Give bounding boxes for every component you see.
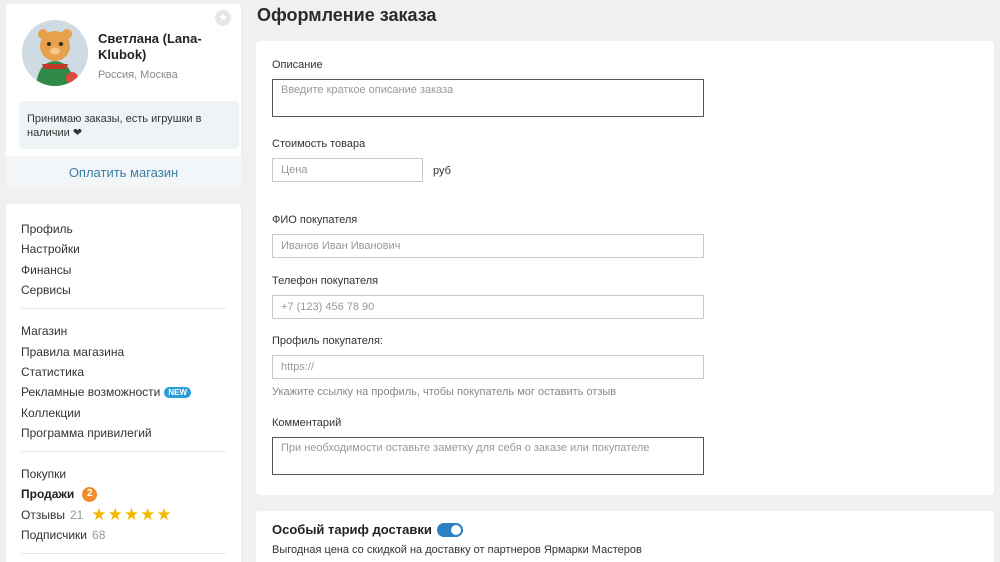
sidebar-item-subscribers-label: Подписчики	[21, 528, 88, 542]
buyer-name-input[interactable]: Иванов Иван Иванович	[272, 234, 704, 258]
sidebar-item-ads-label: Рекламные возможности	[21, 385, 161, 400]
buyer-profile-label: Профиль покупателя:	[272, 335, 383, 347]
sidebar-item-finance[interactable]: Финансы	[21, 260, 226, 280]
description-label: Описание	[272, 59, 323, 71]
special-delivery-toggle[interactable]	[437, 523, 463, 537]
subscribers-count: 68	[92, 528, 106, 542]
star-icon: ★	[107, 505, 123, 525]
special-delivery-title: Особый тариф доставки	[272, 522, 432, 537]
sales-count-badge: 2	[82, 486, 98, 502]
star-icon: ★	[156, 505, 172, 525]
sidebar-item-statistics[interactable]: Статистика	[21, 362, 226, 382]
buyer-profile-url-input[interactable]: https://	[272, 355, 704, 379]
sidebar-item-settings[interactable]: Настройки	[21, 239, 226, 259]
shop-name[interactable]: Светлана (Lana-Klubok)	[98, 31, 233, 63]
sidebar-item-services[interactable]: Сервисы	[21, 280, 226, 300]
buyer-phone-label: Телефон покупателя	[272, 275, 379, 287]
avatar-image	[22, 20, 88, 86]
special-delivery-description: Выгодная цена со скидкой на доставку от …	[272, 544, 642, 556]
comment-label: Комментарий	[272, 417, 342, 429]
price-input[interactable]: Цена	[272, 158, 423, 182]
sidebar-item-sales-label: Продажи	[21, 487, 75, 502]
new-badge: NEW	[164, 386, 191, 398]
favorite-star-icon[interactable]: ★	[215, 10, 231, 26]
star-icon: ★	[123, 505, 140, 525]
price-label: Стоимость товара	[272, 138, 366, 150]
sidebar-item-privileges[interactable]: Программа привилегий	[21, 423, 226, 443]
sidebar-item-sales[interactable]: Продажи 2	[21, 484, 226, 504]
menu-group-account: Профиль Настройки Финансы Сервисы	[21, 204, 226, 310]
sidebar-item-profile[interactable]: Профиль	[21, 219, 226, 239]
sidebar-item-subscribers[interactable]: Подписчики 68	[21, 525, 226, 545]
sidebar-item-ads[interactable]: Рекламные возможности NEW	[21, 382, 226, 402]
page-title: Оформление заказа	[257, 5, 437, 25]
pay-shop-section: Оплатить магазин	[6, 156, 241, 188]
shop-location: Россия, Москва	[98, 69, 178, 81]
menu-group-shop: Магазин Правила магазина Статистика Рекл…	[21, 309, 226, 452]
special-delivery-card: Особый тариф доставки Выгодная цена со с…	[256, 511, 994, 562]
sidebar-item-reviews-label: Отзывы	[21, 507, 65, 522]
buyer-phone-input[interactable]: +7 (123) 456 78 90	[272, 295, 704, 319]
reviews-count: 21	[69, 507, 84, 522]
price-currency-suffix: руб	[433, 165, 451, 177]
comment-textarea[interactable]: При необходимости оставьте заметку для с…	[272, 437, 704, 475]
menu-group-orders: Покупки Продажи 2 Отзывы 21 ★ ★ ★ ★ ★ По…	[21, 452, 226, 555]
star-icon: ★	[140, 505, 156, 525]
pay-shop-link[interactable]: Оплатить магазин	[69, 165, 178, 180]
sidebar-item-shop-rules[interactable]: Правила магазина	[21, 341, 226, 361]
rating-stars: ★ ★ ★ ★ ★	[91, 506, 171, 523]
shop-about-text: Принимаю заказы, есть игрушки в наличии …	[19, 101, 239, 149]
description-textarea[interactable]: Введите краткое описание заказа	[272, 79, 704, 117]
avatar[interactable]	[22, 20, 88, 86]
sidebar-item-purchases[interactable]: Покупки	[21, 464, 226, 484]
shop-profile-card: ★ Светлана (Lana-Klubok) Россия, Москва …	[6, 4, 241, 188]
star-icon: ★	[91, 505, 107, 525]
order-form: Описание Введите краткое описание заказа…	[256, 41, 994, 495]
buyer-name-label: ФИО покупателя	[272, 214, 358, 226]
sidebar-item-reviews[interactable]: Отзывы 21 ★ ★ ★ ★ ★	[21, 505, 226, 525]
sidebar-item-collections[interactable]: Коллекции	[21, 402, 226, 422]
sidebar-menu: Профиль Настройки Финансы Сервисы Магази…	[6, 204, 241, 562]
buyer-profile-hint: Укажите ссылку на профиль, чтобы покупат…	[272, 386, 617, 398]
sidebar-item-shop[interactable]: Магазин	[21, 321, 226, 341]
